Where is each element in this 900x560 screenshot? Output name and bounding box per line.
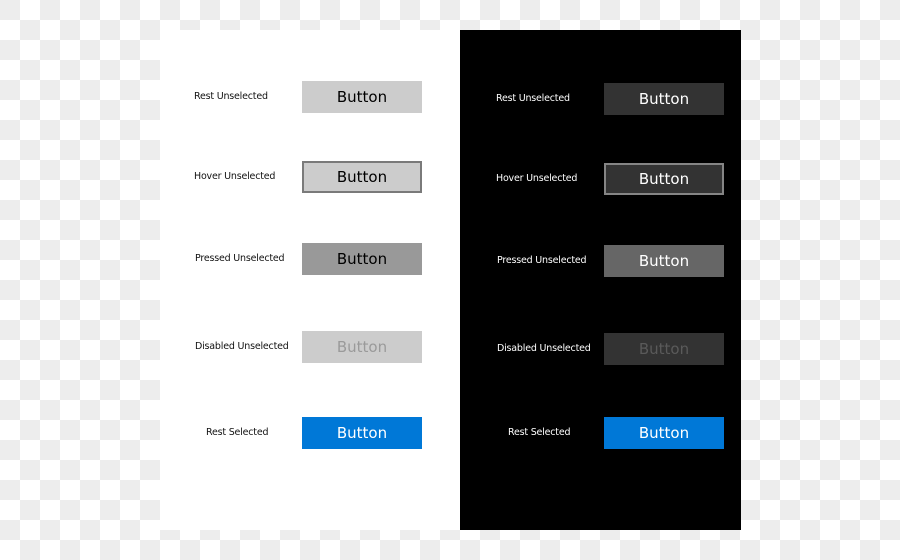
state-row-rest-selected: Rest Selected Button xyxy=(460,417,741,449)
state-row-rest-unselected: Rest Unselected Button xyxy=(460,83,741,115)
button-rest-selected[interactable]: Button xyxy=(604,417,724,449)
button-rest-unselected[interactable]: Button xyxy=(302,81,422,113)
button-rest-selected[interactable]: Button xyxy=(302,417,422,449)
state-label: Disabled Unselected xyxy=(497,343,591,354)
state-label: Hover Unselected xyxy=(496,173,578,184)
state-label: Pressed Unselected xyxy=(195,253,285,264)
state-row-pressed-unselected: Pressed Unselected Button xyxy=(460,245,741,277)
state-row-rest-selected: Rest Selected Button xyxy=(160,417,460,449)
state-label: Pressed Unselected xyxy=(497,255,587,266)
state-row-disabled-unselected: Disabled Unselected Button xyxy=(160,331,460,363)
state-label: Rest Selected xyxy=(508,427,571,438)
button-disabled-unselected: Button xyxy=(302,331,422,363)
light-theme-panel: Rest Unselected Button Hover Unselected … xyxy=(160,30,460,530)
button-rest-unselected[interactable]: Button xyxy=(604,83,724,115)
state-row-pressed-unselected: Pressed Unselected Button xyxy=(160,243,460,275)
state-row-hover-unselected: Hover Unselected Button xyxy=(460,163,741,195)
state-label: Hover Unselected xyxy=(194,171,276,182)
dark-theme-panel: Rest Unselected Button Hover Unselected … xyxy=(460,30,741,530)
state-label: Rest Unselected xyxy=(194,91,268,102)
state-row-disabled-unselected: Disabled Unselected Button xyxy=(460,333,741,365)
state-row-hover-unselected: Hover Unselected Button xyxy=(160,161,460,193)
state-label: Rest Unselected xyxy=(496,93,570,104)
button-hover-unselected[interactable]: Button xyxy=(302,161,422,193)
button-pressed-unselected[interactable]: Button xyxy=(302,243,422,275)
state-label: Disabled Unselected xyxy=(195,341,289,352)
button-disabled-unselected: Button xyxy=(604,333,724,365)
state-label: Rest Selected xyxy=(206,427,269,438)
state-row-rest-unselected: Rest Unselected Button xyxy=(160,81,460,113)
button-pressed-unselected[interactable]: Button xyxy=(604,245,724,277)
button-hover-unselected[interactable]: Button xyxy=(604,163,724,195)
